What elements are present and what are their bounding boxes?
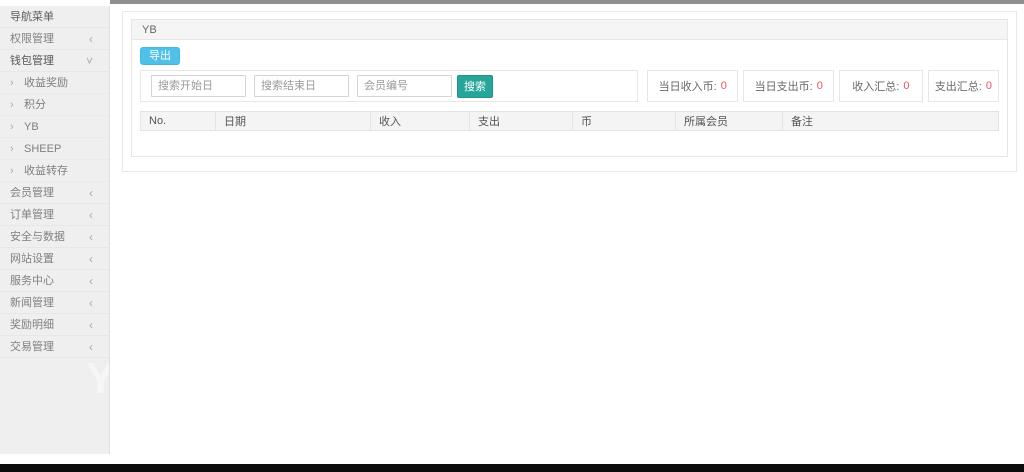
stat-label: 当日收入币: <box>659 78 717 94</box>
sidebar-item-news-management[interactable]: 新闻管理 ‹ <box>0 292 109 314</box>
stat-today-expense: 当日支出币: 0 <box>743 70 834 102</box>
start-date-input[interactable] <box>151 75 246 97</box>
panel-title: YB <box>132 20 1007 40</box>
records-table: No. 日期 收入 支出 币 所属会员 备注 <box>140 111 999 131</box>
stat-value: 0 <box>986 80 992 92</box>
sidebar-item-label: SHEEP <box>24 143 61 155</box>
sidebar-item-label: 服务中心 <box>10 275 54 287</box>
sidebar-item-label: 交易管理 <box>10 341 54 353</box>
stat-income-total: 收入汇总: 0 <box>839 70 923 102</box>
chevron-left-icon: ‹ <box>89 292 93 314</box>
sidebar-item-label: 钱包管理 <box>10 55 54 67</box>
yb-panel: YB 导出 搜索 当日收入币: 0 当日支出币: <box>131 19 1008 157</box>
column-header-date: 日期 <box>216 112 371 131</box>
stat-value: 0 <box>721 80 727 92</box>
bottom-bar <box>0 464 1024 472</box>
watermark-logo: Y <box>86 354 110 404</box>
column-header-expense: 支出 <box>470 112 573 131</box>
chevron-left-icon: ‹ <box>89 182 93 204</box>
column-header-income: 收入 <box>371 112 470 131</box>
arrow-right-icon: › <box>10 72 14 94</box>
stat-today-income: 当日收入币: 0 <box>647 70 738 102</box>
stat-label: 支出汇总: <box>935 78 982 94</box>
sidebar-item-transaction-management[interactable]: 交易管理 ‹ <box>0 336 109 358</box>
sidebar-item-label: 新闻管理 <box>10 297 54 309</box>
panel-body: 导出 搜索 当日收入币: 0 当日支出币: 0 <box>132 40 1007 131</box>
stat-expense-total: 支出汇总: 0 <box>928 70 999 102</box>
stat-value: 0 <box>903 80 909 92</box>
sidebar-item-label: YB <box>24 121 39 133</box>
table-header-row: No. 日期 收入 支出 币 所属会员 备注 <box>141 112 999 131</box>
stat-value: 0 <box>817 80 823 92</box>
arrow-right-icon: › <box>10 160 14 182</box>
sidebar-item-wallet-management[interactable]: 钱包管理 ˅ <box>0 50 109 72</box>
sidebar-item-label: 会员管理 <box>10 187 54 199</box>
sidebar-item-label: 权限管理 <box>10 33 54 45</box>
chevron-left-icon: ‹ <box>89 248 93 270</box>
sidebar-item-reward-details[interactable]: 奖励明细 ‹ <box>0 314 109 336</box>
sidebar-subitem-yb[interactable]: › YB <box>0 116 109 138</box>
sidebar-subitem-sheep[interactable]: › SHEEP <box>0 138 109 160</box>
sidebar-subitem-points[interactable]: › 积分 <box>0 94 109 116</box>
chevron-left-icon: ‹ <box>89 336 93 358</box>
arrow-right-icon: › <box>10 116 14 138</box>
filter-row: 搜索 当日收入币: 0 当日支出币: 0 收入汇总: 0 <box>140 70 999 102</box>
sidebar-item-label: 订单管理 <box>10 209 54 221</box>
sidebar-subitem-income-rewards[interactable]: › 收益奖励 <box>0 72 109 94</box>
top-strip <box>110 0 1024 4</box>
sidebar-item-label: 安全与数据 <box>10 231 65 243</box>
column-header-no: No. <box>141 112 216 131</box>
chevron-left-icon: ‹ <box>89 204 93 226</box>
content-container: YB 导出 搜索 当日收入币: 0 当日支出币: <box>122 11 1017 172</box>
column-header-member: 所属会员 <box>676 112 783 131</box>
column-header-coin: 币 <box>573 112 676 131</box>
arrow-right-icon: › <box>10 138 14 160</box>
chevron-left-icon: ‹ <box>89 28 93 50</box>
sidebar-title: 导航菜单 <box>0 6 109 28</box>
chevron-left-icon: ‹ <box>89 270 93 292</box>
sidebar-item-site-settings[interactable]: 网站设置 ‹ <box>0 248 109 270</box>
sidebar-item-service-center[interactable]: 服务中心 ‹ <box>0 270 109 292</box>
sidebar-subitem-income-transfer[interactable]: › 收益转存 <box>0 160 109 182</box>
chevron-left-icon: ‹ <box>89 226 93 248</box>
arrow-right-icon: › <box>10 94 14 116</box>
export-button[interactable]: 导出 <box>140 47 180 65</box>
member-id-input[interactable] <box>357 75 452 97</box>
column-header-remark: 备注 <box>783 112 999 131</box>
stat-label: 当日支出币: <box>755 78 813 94</box>
chevron-down-icon: ˅ <box>86 50 93 72</box>
sidebar-item-member-management[interactable]: 会员管理 ‹ <box>0 182 109 204</box>
sidebar-item-permission-management[interactable]: 权限管理 ‹ <box>0 28 109 50</box>
stat-label: 收入汇总: <box>852 78 899 94</box>
sidebar-item-label: 积分 <box>24 99 46 111</box>
sidebar: 导航菜单 权限管理 ‹ 钱包管理 ˅ › 收益奖励 › 积分 › YB › SH… <box>0 6 110 454</box>
end-date-input[interactable] <box>254 75 349 97</box>
sidebar-item-label: 网站设置 <box>10 253 54 265</box>
sidebar-item-label: 奖励明细 <box>10 319 54 331</box>
search-button[interactable]: 搜索 <box>457 75 493 98</box>
sidebar-item-label: 收益奖励 <box>24 77 68 89</box>
search-form: 搜索 <box>140 70 638 102</box>
sidebar-item-security-data[interactable]: 安全与数据 ‹ <box>0 226 109 248</box>
sidebar-item-order-management[interactable]: 订单管理 ‹ <box>0 204 109 226</box>
chevron-left-icon: ‹ <box>89 314 93 336</box>
sidebar-item-label: 收益转存 <box>24 165 68 177</box>
